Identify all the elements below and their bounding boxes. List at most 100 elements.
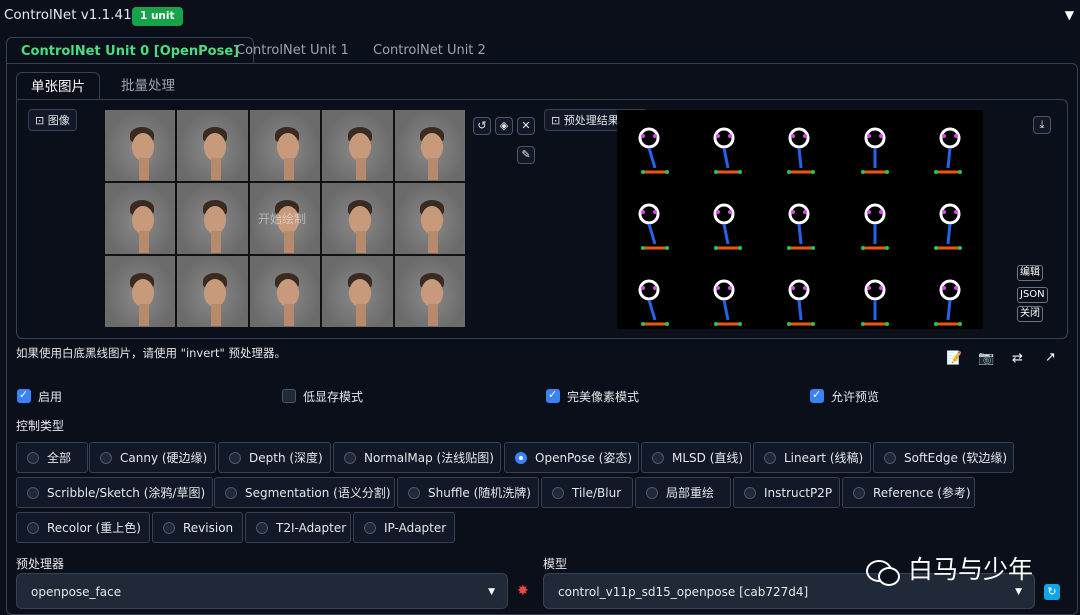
control-type-option[interactable]: Revision [152, 512, 243, 543]
allow-preview-label: 允许预览 [831, 390, 880, 404]
swap-icon[interactable]: ⇄ [1012, 351, 1023, 366]
pixel-perfect-checkbox[interactable] [546, 388, 560, 403]
image-icon: ⊡ [35, 114, 48, 127]
radio-dot [744, 486, 756, 499]
portrait-thumb [177, 256, 248, 327]
collapse-toggle-icon[interactable]: ▼ [1065, 8, 1074, 22]
control-type-option[interactable]: NormalMap (法线贴图) [333, 442, 501, 473]
unit-count-badge: 1 unit [132, 7, 183, 26]
control-type-option-selected[interactable]: OpenPose (姿态) [504, 442, 639, 473]
portrait-thumb [394, 183, 465, 254]
json-button[interactable]: JSON [1017, 287, 1048, 303]
radio-dot [27, 451, 39, 464]
tab-unit-2[interactable]: ControlNet Unit 2 [373, 37, 486, 64]
model-label: 模型 [543, 557, 568, 571]
pose-skeleton [763, 186, 836, 262]
radio-dot [764, 451, 776, 464]
portrait-thumb [177, 183, 248, 254]
radio-dot [853, 486, 865, 499]
radio-dot-selected [515, 451, 527, 464]
brush-icon[interactable]: ✎ [517, 146, 535, 164]
portrait-thumb [249, 256, 321, 327]
camera-icon[interactable]: 📷 [978, 351, 994, 366]
app-title: ControlNet v1.1.410 [4, 7, 141, 23]
pose-skeleton [837, 186, 910, 262]
portrait-thumb [105, 256, 176, 327]
control-type-option[interactable]: Lineart (线稿) [753, 442, 871, 473]
allow-preview-checkbox[interactable] [810, 388, 824, 403]
portrait-thumb [249, 110, 321, 181]
pose-skeleton [690, 262, 763, 338]
refresh-icon[interactable]: ↻ [1044, 584, 1060, 600]
preprocessor-select[interactable]: openpose_face ▼ [16, 573, 508, 609]
control-type-option[interactable]: Recolor (重上色) [16, 512, 150, 543]
portrait-thumb [394, 256, 465, 327]
enable-label: 启用 [38, 390, 63, 404]
document-icon[interactable]: 📝 [946, 351, 962, 366]
invert-hint: 如果使用白底黑线图片，请使用 "invert" 预处理器。 [16, 346, 286, 360]
pose-skeleton [617, 262, 690, 338]
radio-dot [884, 451, 896, 464]
pose-skeleton [837, 110, 910, 186]
radio-dot [256, 521, 268, 534]
preprocessor-label: 预处理器 [16, 557, 65, 571]
pose-skeleton [617, 186, 690, 262]
control-type-option[interactable]: 局部重绘 [635, 477, 731, 508]
preprocessor-preview-image [617, 110, 983, 329]
edit-button[interactable]: 编辑 [1017, 265, 1043, 281]
tab-batch[interactable]: 批量处理 [121, 72, 175, 100]
radio-dot [646, 486, 658, 499]
enable-checkbox[interactable] [17, 388, 31, 403]
chevron-down-icon: ▼ [488, 587, 495, 597]
close-icon[interactable]: ✕ [517, 117, 535, 135]
tab-unit-0[interactable]: ControlNet Unit 0 [OpenPose] [6, 37, 255, 64]
low-vram-checkbox[interactable] [282, 389, 296, 403]
portrait-thumb [322, 110, 393, 181]
send-icon[interactable]: ↗ [1045, 350, 1056, 365]
eraser-icon[interactable]: ◈ [495, 117, 513, 135]
portrait-thumb [105, 110, 176, 181]
brand-watermark: 白马与少年 [866, 550, 1033, 586]
radio-dot [27, 486, 39, 499]
radio-dot [163, 521, 175, 534]
radio-dot [344, 451, 356, 464]
radio-dot [552, 486, 564, 499]
image-icon: ⊡ [551, 114, 564, 127]
canvas-watermark: 开始绘制 [258, 212, 307, 226]
pose-skeleton [690, 110, 763, 186]
pose-skeleton [910, 110, 983, 186]
pose-skeleton [910, 262, 983, 338]
portrait-thumb [105, 183, 176, 254]
low-vram-label: 低显存模式 [303, 390, 364, 404]
control-type-option[interactable]: Tile/Blur [541, 477, 633, 508]
radio-dot [225, 486, 237, 499]
control-type-option[interactable]: Canny (硬边缘) [89, 442, 216, 473]
control-type-option[interactable]: Segmentation (语义分割) [214, 477, 395, 508]
control-type-option[interactable]: T2I-Adapter [245, 512, 351, 543]
pose-skeleton [763, 262, 836, 338]
control-type-option[interactable]: 全部 [16, 442, 88, 473]
control-type-option[interactable]: Depth (深度) [218, 442, 331, 473]
control-type-option[interactable]: Scribble/Sketch (涂鸦/草图) [16, 477, 213, 508]
control-type-option[interactable]: Reference (参考) [842, 477, 975, 508]
radio-dot [364, 521, 376, 534]
wechat-icon [866, 558, 900, 586]
control-type-option[interactable]: InstructP2P [733, 477, 840, 508]
tab-single-image[interactable]: 单张图片 [16, 72, 100, 100]
pose-skeleton [763, 110, 836, 186]
control-type-option[interactable]: SoftEdge (软边缘) [873, 442, 1014, 473]
radio-dot [408, 486, 420, 499]
tab-unit-1[interactable]: ControlNet Unit 1 [236, 37, 349, 64]
radio-dot [100, 451, 112, 464]
close-preview-button[interactable]: 关闭 [1017, 306, 1043, 322]
control-type-option[interactable]: MLSD (直线) [641, 442, 751, 473]
radio-dot [652, 451, 664, 464]
run-preprocessor-icon[interactable]: ✸ [517, 583, 529, 599]
download-icon[interactable]: ⤓ [1033, 116, 1051, 134]
control-type-option[interactable]: IP-Adapter [353, 512, 455, 543]
undo-icon[interactable]: ↺ [473, 117, 491, 135]
image-label: ⊡ 图像 [28, 109, 77, 131]
control-type-option[interactable]: Shuffle (随机洗牌) [397, 477, 539, 508]
pose-skeleton [690, 186, 763, 262]
control-type-label: 控制类型 [16, 419, 65, 433]
